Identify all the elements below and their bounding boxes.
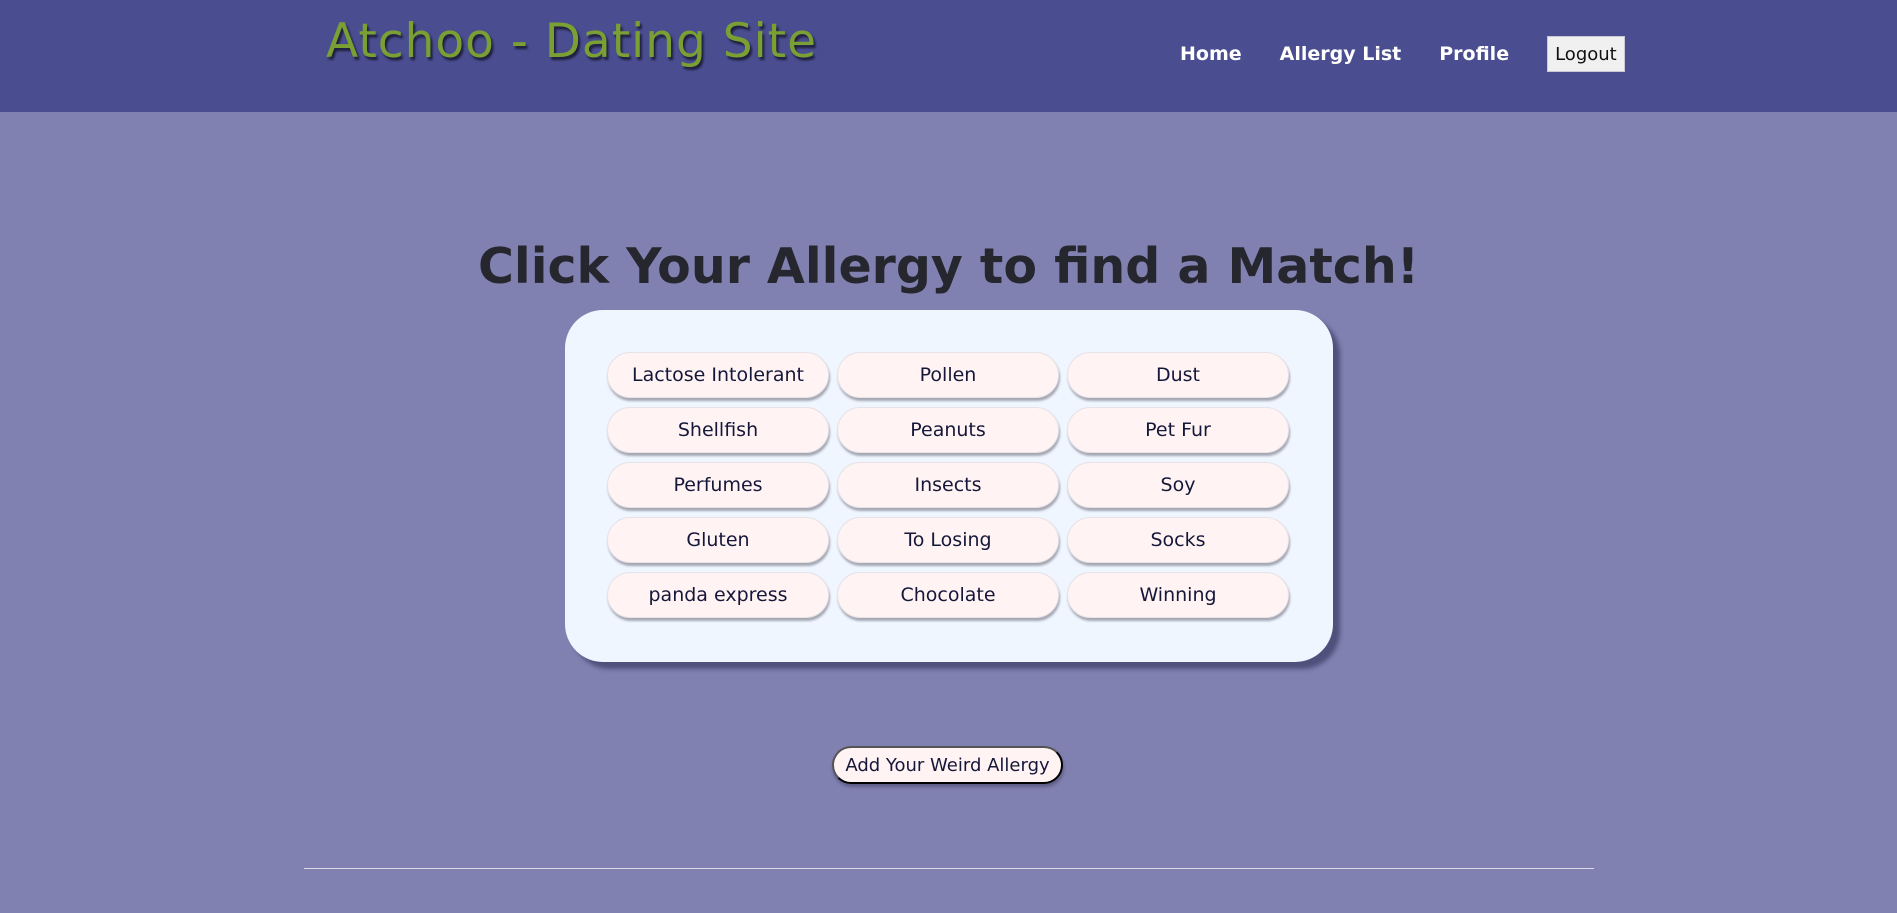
top-navbar: Atchoo - Dating Site Home Allergy List P… — [0, 0, 1897, 112]
footer-divider — [304, 868, 1594, 869]
nav-link-allergy-list[interactable]: Allergy List — [1280, 43, 1402, 65]
allergy-button-gluten[interactable]: Gluten — [607, 517, 829, 563]
allergy-grid: Lactose Intolerant Pollen Dust Shellfish… — [607, 352, 1289, 618]
allergy-button-insects[interactable]: Insects — [837, 462, 1059, 508]
allergy-button-soy[interactable]: Soy — [1067, 462, 1289, 508]
allergy-button-winning[interactable]: Winning — [1067, 572, 1289, 618]
allergy-button-pollen[interactable]: Pollen — [837, 352, 1059, 398]
allergy-button-to-losing[interactable]: To Losing — [837, 517, 1059, 563]
allergy-button-lactose-intolerant[interactable]: Lactose Intolerant — [607, 352, 829, 398]
logout-button[interactable]: Logout — [1547, 36, 1625, 72]
allergy-button-peanuts[interactable]: Peanuts — [837, 407, 1059, 453]
allergy-button-panda-express[interactable]: panda express — [607, 572, 829, 618]
nav-link-home[interactable]: Home — [1180, 43, 1242, 65]
allergy-card: Lactose Intolerant Pollen Dust Shellfish… — [565, 310, 1333, 662]
page-heading: Click Your Allergy to find a Match! — [477, 238, 1420, 295]
allergy-button-perfumes[interactable]: Perfumes — [607, 462, 829, 508]
allergy-button-dust[interactable]: Dust — [1067, 352, 1289, 398]
site-title[interactable]: Atchoo - Dating Site — [326, 14, 817, 69]
add-allergy-button[interactable]: Add Your Weird Allergy — [832, 746, 1063, 784]
allergy-button-chocolate[interactable]: Chocolate — [837, 572, 1059, 618]
main-nav: Home Allergy List Profile Logout — [1180, 36, 1625, 72]
nav-link-profile[interactable]: Profile — [1439, 43, 1509, 65]
allergy-button-socks[interactable]: Socks — [1067, 517, 1289, 563]
allergy-button-shellfish[interactable]: Shellfish — [607, 407, 829, 453]
allergy-button-pet-fur[interactable]: Pet Fur — [1067, 407, 1289, 453]
